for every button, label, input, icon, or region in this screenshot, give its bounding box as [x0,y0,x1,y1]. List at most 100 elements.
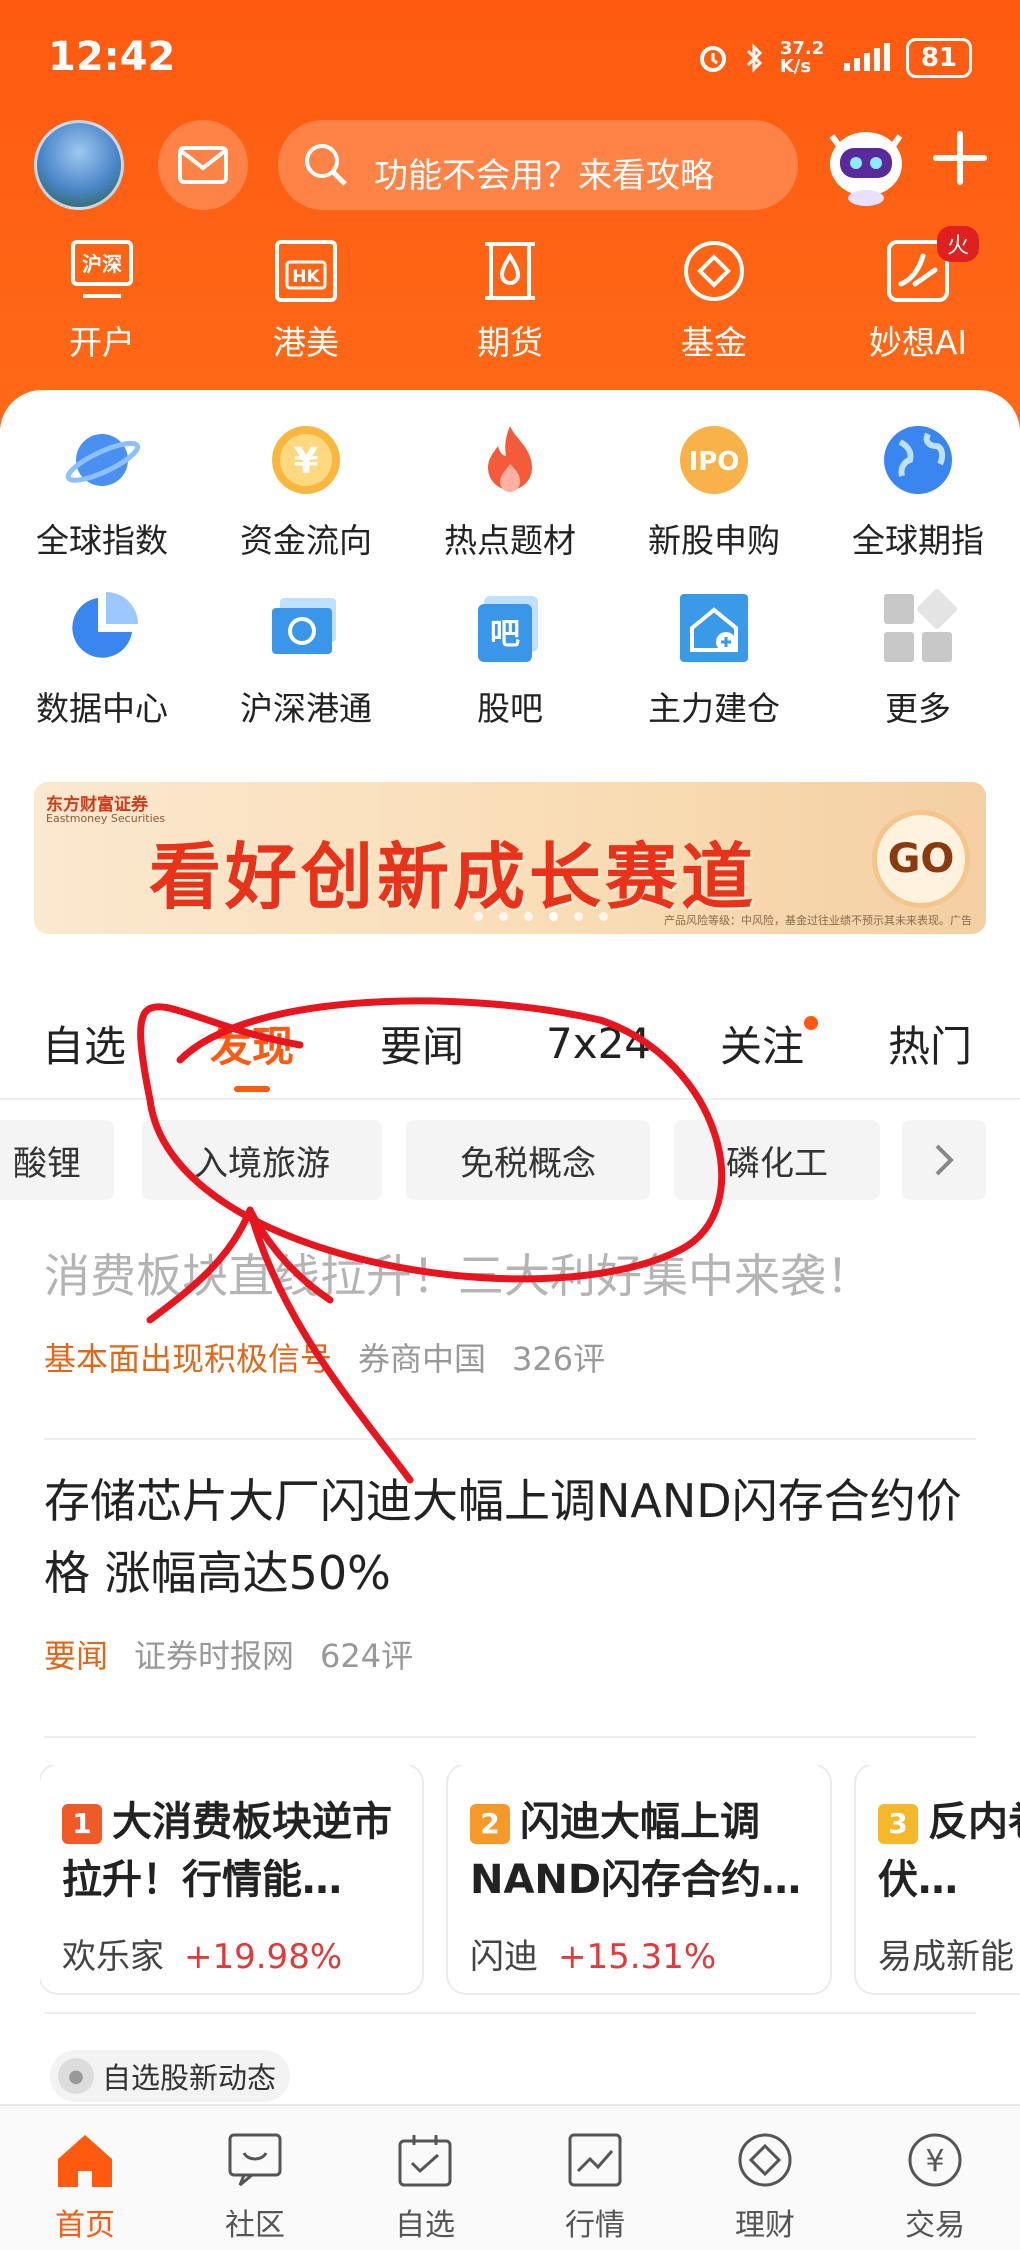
news-item[interactable]: 存储芯片大厂闪迪大幅上调NAND闪存合约价格 涨幅高达50% 要闻 证券时报网 … [44,1465,976,1677]
stock-name: 闪迪 [470,1937,538,1977]
news-item[interactable]: 消费板块直线拉升！三大利好集中来袭！ 基本面出现积极信号 券商中国 326评 [44,1240,976,1380]
grid-item-guba[interactable]: 吧 股吧 [408,588,612,756]
search-bar[interactable]: 功能不会用？来看攻略 [278,120,798,210]
grid-item-global-futures[interactable]: 全球期指 [816,420,1020,588]
community-icon [223,2128,287,2192]
grid-item-main-position[interactable]: 主力建仓 [612,588,816,756]
tab-hot[interactable]: 热门 [888,998,972,1088]
bottom-nav-label: 社区 [225,2208,285,2243]
flame-icon [470,420,550,500]
grid-item-capital-flow[interactable]: ¥ 资金流向 [204,420,408,588]
topic-chips: 酸锂 入境旅游 免税概念 磷化工 [0,1120,1020,1200]
chips-more-button[interactable] [902,1120,986,1200]
ai-icon: 火 [883,226,979,306]
chip-topic[interactable]: 入境旅游 [142,1120,382,1200]
grid-label: 更多 [885,689,951,728]
bottom-nav-label: 交易 [905,2208,965,2243]
grid-label: 股吧 [477,689,543,728]
battery-indicator: 81 [905,38,972,78]
grid-label: 新股申购 [648,521,780,560]
hot-card-stock: 欢乐家 +19.98% [62,1929,400,1978]
top-nav-fund[interactable]: 基金 [612,236,816,364]
rank-badge: 3 [878,1804,918,1844]
ad-banner[interactable]: 东方财富证券 Eastmoney Securities 看好创新成长赛道 GO … [34,782,986,934]
banner-brand-en: Eastmoney Securities [46,812,166,825]
bluetooth-icon [746,43,762,73]
alarm-icon [699,46,726,72]
bottom-nav: 首页 社区 自选 行情 理财 ¥ 交易 [0,2104,1020,2250]
grid-item-global-index[interactable]: 全球指数 [0,420,204,588]
top-nav-account[interactable]: 沪深 开户 [0,236,204,364]
chip-topic[interactable]: 免税概念 [406,1120,650,1200]
bottom-nav-market[interactable]: 行情 [510,2106,680,2250]
dynamics-icon: ● [58,2058,94,2094]
banner-slogan: 看好创新成长赛道 [149,835,758,919]
grid-item-more[interactable]: 更多 [816,588,1020,756]
hot-card-stock: 易成新能 [878,1929,1020,1978]
chip-topic[interactable]: 酸锂 [0,1120,114,1200]
svg-text:HK: HK [292,267,320,287]
stock-name: 易成新能 [878,1937,1014,1977]
futures-icon [475,236,545,306]
grid-item-hot-topics[interactable]: 热点题材 [408,420,612,588]
tab-watchlist[interactable]: 自选 [42,998,126,1088]
grid-item-ipo[interactable]: IPO 新股申购 [612,420,816,588]
tabs-divider [0,1098,1020,1100]
grid-item-data-center[interactable]: 数据中心 [0,588,204,756]
banner-go-button[interactable]: GO [872,810,970,908]
grid-label: 全球期指 [852,521,984,560]
content-card: 全球指数 ¥ 资金流向 热点题材 IPO 新股申购 全球期指 数据中心 沪深港通… [0,390,1020,2110]
bottom-nav-watchlist[interactable]: 自选 [340,2106,510,2250]
top-nav-label: 开户 [69,323,135,362]
banner-risk-note: 产品风险等级：中风险，基金过往业绩不预示其未来表现。广告 [664,914,972,927]
list-divider [44,1736,976,1738]
news-title: 存储芯片大厂闪迪大幅上调NAND闪存合约价格 涨幅高达50% [44,1474,962,1600]
net-speed: 37.2 K/s [779,38,825,77]
grid-item-connect[interactable]: 沪深港通 [204,588,408,756]
tab-news[interactable]: 要闻 [380,998,464,1088]
tab-7x24[interactable]: 7x24 [546,998,651,1088]
tab-discover[interactable]: 发现 [210,998,294,1088]
grid-label: 数据中心 [36,689,168,728]
svg-text:¥: ¥ [925,2144,944,2179]
top-nav-futures[interactable]: 期货 [408,236,612,364]
hk-us-icon: HK [271,236,341,306]
bottom-nav-community[interactable]: 社区 [170,2106,340,2250]
hot-card[interactable]: 3反内卷进展？光伏… 易成新能 [856,1765,1020,1993]
news-meta: 基本面出现积极信号 券商中国 326评 [44,1334,976,1380]
rank-badge: 2 [470,1804,510,1844]
market-icon [563,2128,627,2192]
grid-label: 热点题材 [444,521,576,560]
planet-icon [62,420,142,500]
plus-icon[interactable] [930,128,990,188]
news-comments: 326评 [512,1340,606,1378]
bottom-nav-label: 首页 [55,2208,115,2243]
hot-card[interactable]: 2 闪迪大幅上调NAND闪存合约… 闪迪 +15.31% [448,1765,830,1993]
fund-icon [679,236,749,306]
mail-button[interactable] [158,120,248,210]
robot-mascot-icon[interactable] [818,112,914,208]
chip-topic[interactable]: 磷化工 [674,1120,880,1200]
news-meta: 要闻 证券时报网 624评 [44,1631,976,1677]
mail-icon [178,146,228,184]
top-nav-hk-us[interactable]: HK 港美 [204,236,408,364]
svg-text:IPO: IPO [689,447,740,477]
avatar[interactable] [34,120,124,210]
top-nav-label: 妙想AI [868,323,968,362]
new-dot-badge [804,1016,819,1030]
banner-pagination-dots [474,912,608,921]
house-plus-icon [674,588,754,668]
pie-chart-icon [62,588,142,668]
hot-card-stock: 闪迪 +15.31% [470,1929,808,1978]
chevron-right-icon [935,1144,954,1176]
hot-card-title: 2 闪迪大幅上调NAND闪存合约… [470,1793,808,1909]
signal-icon [843,43,890,71]
tab-follow[interactable]: 关注 [720,998,819,1088]
top-nav-ai[interactable]: 火 妙想AI [816,226,1020,364]
watchlist-dynamics-label[interactable]: ● 自选股新动态 [50,2050,291,2102]
news-source: 券商中国 [358,1340,487,1378]
bottom-nav-trade[interactable]: ¥ 交易 [850,2106,1020,2250]
bottom-nav-wealth[interactable]: 理财 [680,2106,850,2250]
bottom-nav-home[interactable]: 首页 [0,2106,170,2250]
hot-card[interactable]: 1 大消费板块逆市拉升！行情能… 欢乐家 +19.98% [40,1765,422,1993]
